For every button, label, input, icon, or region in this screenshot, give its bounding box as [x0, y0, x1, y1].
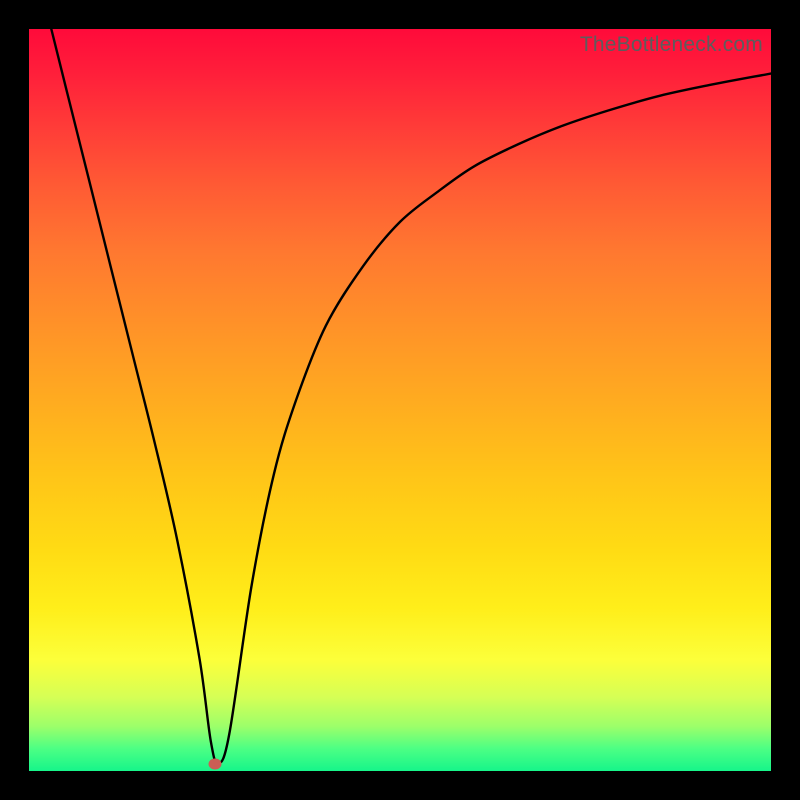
optimal-point-marker: [208, 758, 221, 769]
bottleneck-curve: [29, 29, 771, 771]
chart-plot-area: TheBottleneck.com: [29, 29, 771, 771]
watermark-label: TheBottleneck.com: [580, 33, 763, 57]
